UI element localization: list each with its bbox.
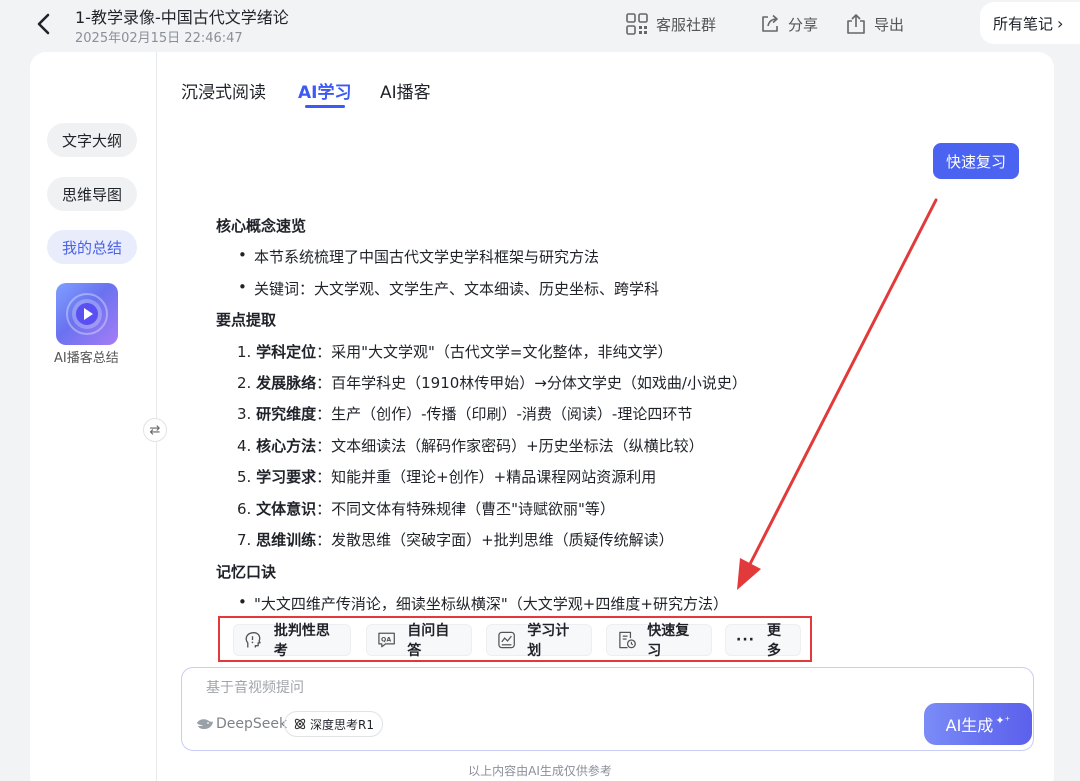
top-bar: 1-教学录像-中国古代文学绪论 2025年02月15日 22:46:47 客服社…	[0, 0, 1080, 50]
sidebar-item-mindmap[interactable]: 思维导图	[47, 177, 138, 211]
core-concepts-title: 核心概念速览	[216, 217, 307, 235]
swap-icon: ⇄	[149, 422, 161, 438]
key-points-title: 要点提取	[216, 311, 277, 329]
ai-generate-button[interactable]: AI生成 ✦⁺	[924, 703, 1032, 745]
deep-think-toggle[interactable]: 深度思考R1	[284, 711, 383, 737]
tab-ai-podcast[interactable]: AI播客	[380, 78, 431, 103]
qr-code-icon	[626, 13, 648, 35]
back-button[interactable]	[33, 11, 55, 37]
all-notes-button[interactable]: 所有笔记 ›	[980, 2, 1080, 44]
deepseek-whale-icon	[197, 719, 213, 729]
point-term: 发展脉络	[256, 374, 317, 392]
point-text: ：百年学科史（1910林传甲始）→分体文学史（如戏曲/小说史）	[316, 374, 747, 392]
export-label: 导出	[874, 15, 905, 34]
point-text: ：发散思维（突破字面）+批判思维（质疑传统解读）	[316, 531, 674, 549]
ai-podcast-summary-tile[interactable]	[56, 283, 118, 345]
all-notes-label: 所有笔记	[993, 14, 1054, 33]
point-number: 4.	[237, 437, 252, 455]
chevron-right-icon: ›	[1057, 13, 1064, 33]
ai-generate-label: AI生成	[945, 716, 994, 735]
deepseek-model-label[interactable]: DeepSeek	[196, 716, 287, 732]
share-icon	[762, 14, 778, 32]
question-input-box: DeepSeek 深度思考R1 AI生成 ✦⁺	[181, 667, 1034, 751]
sidebar-item-outline[interactable]: 文字大纲	[47, 123, 138, 157]
ai-disclaimer: 以上内容由AI生成仅供参考	[468, 764, 612, 778]
sparkle-icon: ✦⁺	[995, 713, 1011, 727]
point-text: ：采用"大文学观"（古代文学=文化整体，非纯文学）	[316, 343, 673, 361]
ai-podcast-summary-label: AI播客总结	[54, 351, 119, 366]
list-item: 本节系统梳理了中国古代文学史学科框架与研究方法	[238, 246, 599, 267]
point-text: ：知能并重（理论+创作）+精品课程网站资源利用	[316, 468, 657, 486]
point-number: 1.	[237, 343, 252, 361]
point-number: 3.	[237, 405, 252, 423]
point-term: 研究维度	[256, 405, 317, 423]
sidebar-divider	[156, 52, 157, 781]
key-point-6: 6. 文体意识：不同文体有特殊规律（曹丕"诗赋欲丽"等）	[237, 498, 615, 519]
point-text: ：不同文体有特殊规律（曹丕"诗赋欲丽"等）	[316, 500, 615, 518]
key-point-7: 7. 思维训练：发散思维（突破字面）+批判思维（质疑传统解读）	[237, 529, 674, 550]
customer-group-label: 客服社群	[656, 15, 717, 34]
active-tab-indicator	[305, 105, 345, 108]
question-input[interactable]	[206, 680, 806, 696]
point-term: 学习要求	[256, 468, 317, 486]
key-point-2: 2. 发展脉络：百年学科史（1910林传甲始）→分体文学史（如戏曲/小说史）	[237, 372, 747, 393]
sidebar-item-label: 我的总结	[62, 238, 123, 257]
list-item: 关键词：大文学观、文学生产、文本细读、历史坐标、跨学科	[238, 278, 659, 299]
point-term: 学科定位	[256, 343, 317, 361]
atom-icon	[294, 718, 306, 730]
point-term: 核心方法	[256, 437, 317, 455]
export-icon	[847, 14, 865, 34]
tab-ai-learning[interactable]: AI学习	[298, 78, 351, 103]
play-icon	[66, 293, 108, 335]
share-label: 分享	[788, 15, 819, 34]
key-point-4: 4. 核心方法：文本细读法（解码作家密码）+历史坐标法（纵横比较）	[237, 435, 704, 456]
point-term: 文体意识	[256, 500, 317, 518]
sidebar-item-label: 思维导图	[62, 185, 123, 204]
sidebar-item-my-summary[interactable]: 我的总结	[47, 230, 138, 264]
point-text: ：文本细读法（解码作家密码）+历史坐标法（纵横比较）	[316, 437, 704, 455]
point-number: 7.	[237, 531, 252, 549]
key-point-5: 5. 学习要求：知能并重（理论+创作）+精品课程网站资源利用	[237, 466, 656, 487]
key-point-1: 1. 学科定位：采用"大文学观"（古代文学=文化整体，非纯文学）	[237, 341, 672, 362]
share-button[interactable]: 分享	[760, 11, 818, 37]
quick-review-button[interactable]: 快速复习	[933, 143, 1019, 179]
list-item: "大文四维产传消论，细读坐标纵横深"（大文学观+四维度+研究方法）	[238, 593, 728, 614]
point-number: 5.	[237, 468, 252, 486]
sidebar-item-label: 文字大纲	[62, 131, 123, 150]
point-text: ：生产（创作）-传播（印刷）-消费（阅读）-理论四环节	[316, 405, 693, 423]
point-number: 2.	[237, 374, 252, 392]
annotation-highlight-box	[218, 616, 812, 662]
point-number: 6.	[237, 500, 252, 518]
customer-group-button[interactable]: 客服社群	[626, 11, 716, 37]
mnemonic-title: 记忆口诀	[216, 563, 277, 581]
deepseek-label: DeepSeek	[216, 716, 288, 732]
swap-panel-button[interactable]: ⇄	[143, 418, 167, 442]
page-title: 1-教学录像-中国古代文学绪论	[75, 8, 289, 27]
deep-think-label: 深度思考R1	[310, 717, 374, 732]
export-button[interactable]: 导出	[846, 11, 904, 37]
chevron-left-icon	[37, 13, 50, 35]
key-point-3: 3. 研究维度：生产（创作）-传播（印刷）-消费（阅读）-理论四环节	[237, 403, 692, 424]
tab-immersive-reading[interactable]: 沉浸式阅读	[181, 78, 266, 103]
timestamp: 2025年02月15日 22:46:47	[75, 31, 243, 46]
point-term: 思维训练	[256, 531, 317, 549]
